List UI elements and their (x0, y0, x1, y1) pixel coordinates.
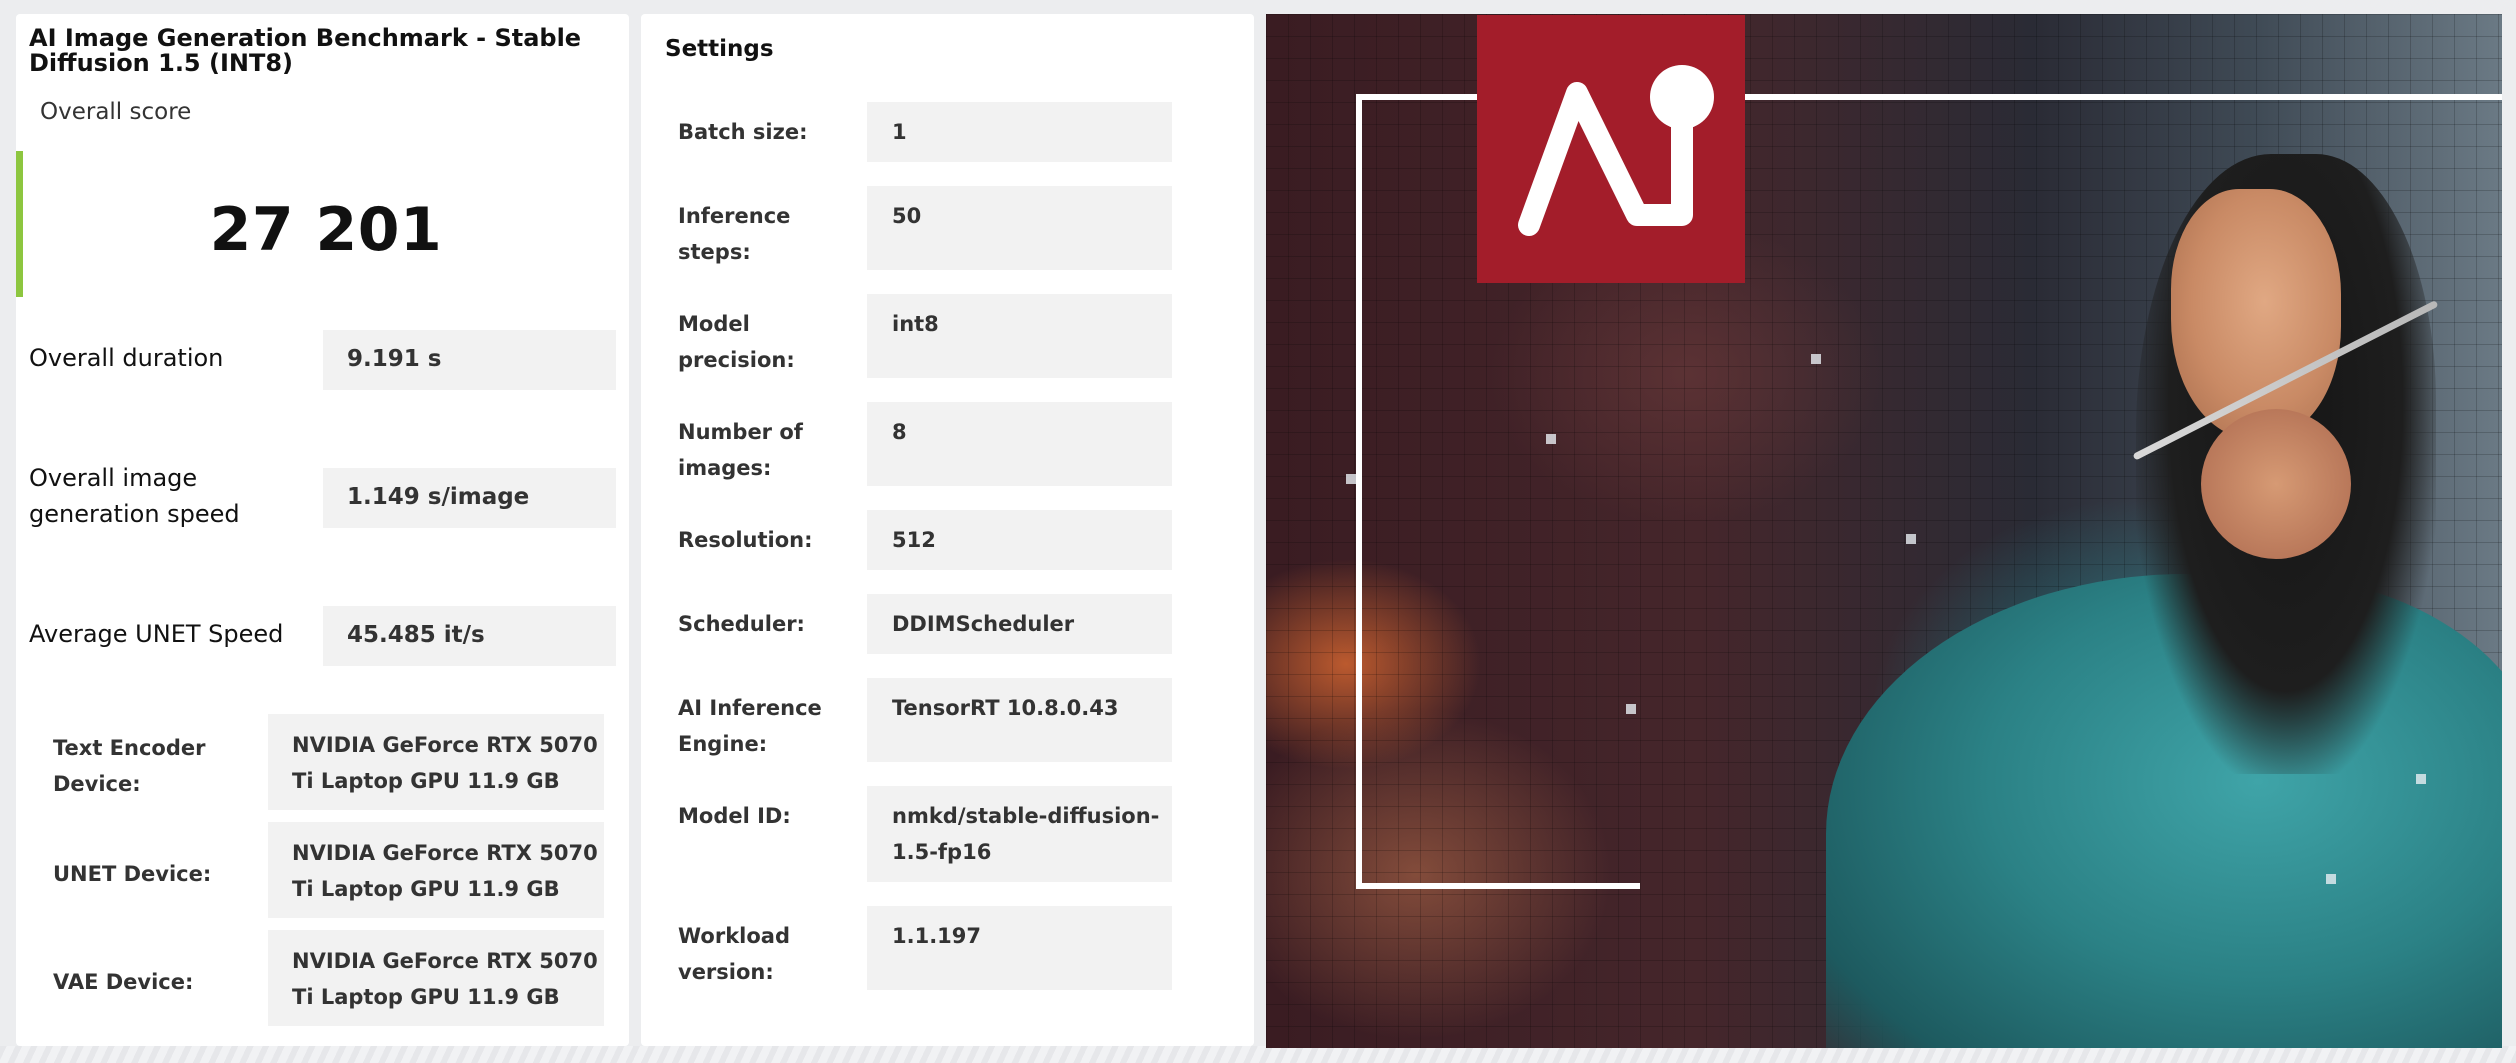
overall-score-caption: Overall score (40, 99, 192, 125)
settings-panel: Settings Batch size: 1 Inference steps: … (641, 14, 1254, 1046)
unet-speed-value: 45.485 it/s (323, 606, 616, 666)
setting-value: int8 (867, 294, 1172, 378)
vae-device-value: NVIDIA GeForce RTX 5070 Ti Laptop GPU 11… (268, 930, 604, 1026)
unet-device-value: NVIDIA GeForce RTX 5070 Ti Laptop GPU 11… (268, 822, 604, 918)
settings-title: Settings (665, 36, 774, 62)
overall-duration-label: Overall duration (29, 344, 224, 372)
setting-label: Scheduler: (678, 612, 805, 636)
unet-speed-label: Average UNET Speed (29, 620, 284, 648)
ai-logo-icon (1477, 15, 1745, 283)
benchmark-title: AI Image Generation Benchmark - Stable D… (29, 24, 582, 77)
overall-score-box: 27 201 (16, 151, 629, 297)
bokeh-dot (1546, 434, 1556, 444)
background-pattern (0, 1046, 2516, 1063)
setting-value: 50 (867, 186, 1172, 270)
setting-value: DDIMScheduler (867, 594, 1172, 654)
bokeh-dot (2326, 874, 2336, 884)
setting-value: TensorRT 10.8.0.43 (867, 678, 1172, 762)
vae-device-label: VAE Device: (53, 970, 194, 994)
setting-value: 1 (867, 102, 1172, 162)
setting-label: Resolution: (678, 528, 813, 552)
setting-label: Batch size: (678, 120, 808, 144)
image-generation-speed-label: Overall image generation speed (29, 464, 240, 528)
setting-label: Model ID: (678, 804, 791, 828)
text-encoder-device-label: Text Encoder Device: (53, 736, 206, 796)
bokeh-dot (2416, 774, 2426, 784)
setting-value: 8 (867, 402, 1172, 486)
setting-value: 1.1.197 (867, 906, 1172, 990)
overall-score-value: 27 201 (209, 195, 443, 265)
bokeh-dot (1626, 704, 1636, 714)
unet-device-label: UNET Device: (53, 862, 212, 886)
results-panel: AI Image Generation Benchmark - Stable D… (16, 14, 629, 1046)
overall-duration-value: 9.191 s (323, 330, 616, 390)
text-encoder-device-value: NVIDIA GeForce RTX 5070 Ti Laptop GPU 11… (268, 714, 604, 810)
hero-illustration (1266, 14, 2502, 1048)
setting-label: Model precision: (678, 312, 795, 372)
setting-label: Inference steps: (678, 204, 791, 264)
bokeh-dot (1811, 354, 1821, 364)
setting-label: AI Inference Engine: (678, 696, 822, 756)
setting-label: Workload version: (678, 924, 790, 984)
white-frame-bottom (1356, 883, 1640, 889)
bokeh-dot (1906, 534, 1916, 544)
bokeh-dot (1346, 474, 1356, 484)
image-generation-speed-value: 1.149 s/image (323, 468, 616, 528)
setting-value: nmkd/stable-diffusion-1.5-fp16 (867, 786, 1172, 882)
setting-label: Number of images: (678, 420, 803, 480)
setting-value: 512 (867, 510, 1172, 570)
